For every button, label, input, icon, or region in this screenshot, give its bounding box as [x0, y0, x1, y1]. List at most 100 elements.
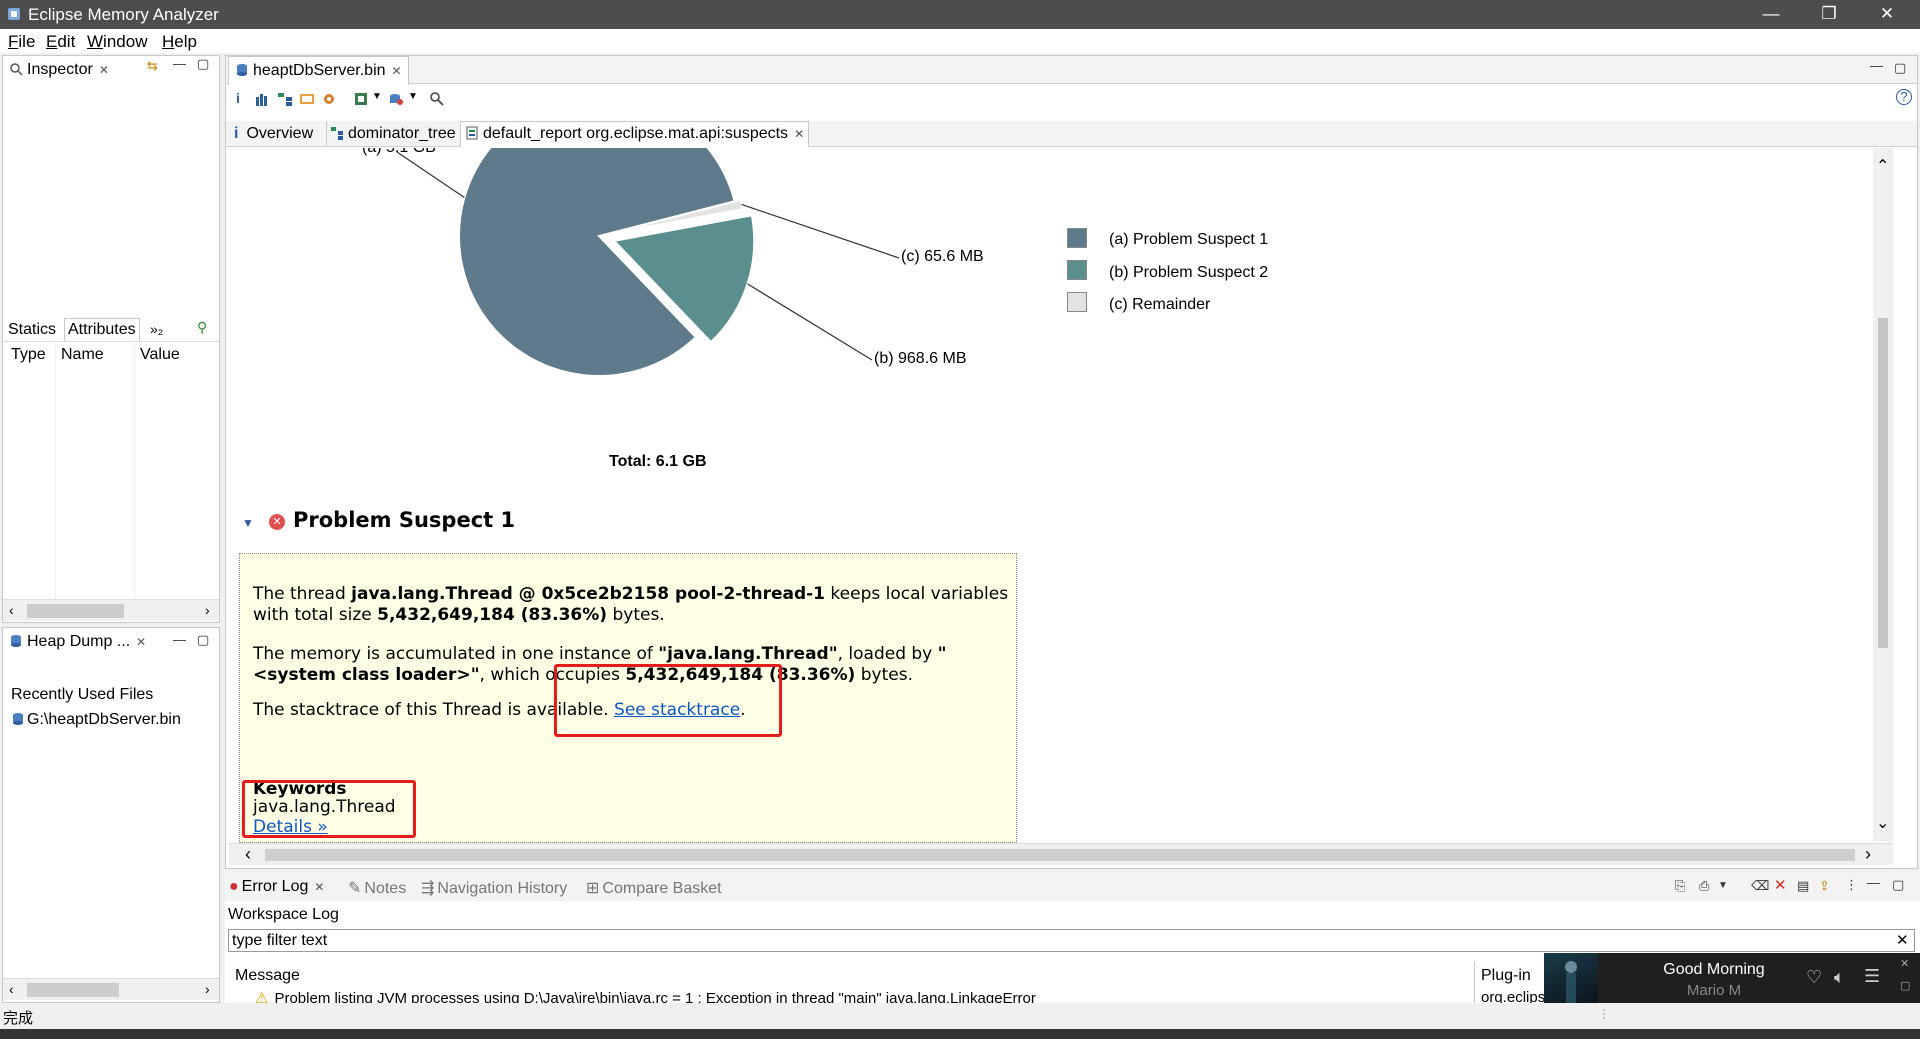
close-icon[interactable]: ✕	[392, 64, 402, 78]
close-icon[interactable]: ✕	[99, 63, 109, 77]
clear-filter-icon[interactable]: ✕	[1896, 931, 1909, 949]
tab-suspects-label: default_report org.eclipse.mat.api:suspe…	[483, 125, 789, 142]
open-log-icon[interactable]: ▤	[1797, 878, 1809, 894]
minimize-icon[interactable]: —	[173, 632, 186, 647]
close-icon[interactable]: ✕	[314, 880, 324, 894]
minimize-button[interactable]: —	[1748, 2, 1794, 26]
playlist-icon[interactable]: ☰	[1864, 966, 1880, 987]
menu-edit[interactable]: Edit	[46, 32, 75, 52]
menu-help[interactable]: Help	[162, 32, 197, 52]
column-message[interactable]: Message	[235, 967, 300, 985]
status-separator: ⋮	[1598, 1007, 1610, 1021]
import-log-icon[interactable]: ⎙	[1699, 878, 1709, 894]
tab-notes[interactable]: ✎ Notes	[348, 878, 406, 898]
maximize-icon[interactable]: ▢	[197, 632, 209, 648]
scroll-right-icon[interactable]: ›	[205, 602, 210, 618]
column-name[interactable]: Name	[61, 346, 104, 364]
scroll-left-icon[interactable]: ‹	[245, 844, 251, 865]
scrollbar-thumb[interactable]	[1878, 318, 1888, 648]
inspector-panel: Inspector ✕ ⇆ — ▢ Statics Attributes »₂ ⚲…	[2, 55, 220, 623]
close-icon[interactable]: ✕	[1900, 957, 1909, 970]
column-value[interactable]: Value	[140, 346, 180, 364]
slice-label-a: (a) 5.1 GB	[362, 148, 436, 157]
scroll-left-icon[interactable]: ‹	[9, 602, 14, 618]
scrollbar-thumb[interactable]	[265, 849, 1855, 861]
tab-error-log[interactable]: ● Error Log ✕	[229, 878, 324, 896]
tab-heap-file-label: heaptDbServer.bin	[253, 62, 386, 79]
run-report-icon[interactable]	[388, 92, 404, 106]
tab-heapdump-label: Heap Dump ...	[27, 633, 131, 650]
report-horizontal-scrollbar[interactable]: ‹ ›	[229, 843, 1893, 865]
oql-icon[interactable]	[354, 92, 370, 106]
scroll-right-icon[interactable]: ›	[1865, 844, 1871, 865]
slice-label-c: (c) 65.6 MB	[901, 248, 984, 265]
delete-log-icon[interactable]: ✕	[1774, 876, 1787, 894]
tab-navigation-history[interactable]: ⇶ Navigation History	[421, 878, 567, 898]
tab-dominator-tree[interactable]: dominator_tree	[330, 125, 456, 143]
warning-icon: ⚠	[255, 990, 269, 1003]
tab-inspector[interactable]: Inspector ✕	[3, 56, 115, 85]
tab-divider	[326, 121, 327, 147]
tab-statics[interactable]: Statics	[8, 321, 56, 339]
tab-overview[interactable]: i Overview	[234, 125, 313, 143]
scrollbar-thumb[interactable]	[27, 983, 119, 997]
tab-attributes[interactable]: Attributes	[64, 318, 140, 341]
notes-icon: ✎	[348, 880, 362, 897]
minimize-icon[interactable]: —	[1870, 58, 1883, 73]
clear-log-icon[interactable]: ⌫	[1751, 878, 1769, 894]
chevron-down-icon[interactable]: ▼	[1718, 880, 1728, 891]
collapse-triangle-icon[interactable]: ▼	[242, 516, 254, 530]
scroll-down-icon[interactable]: ⌄	[1876, 813, 1889, 833]
dominator-tree-icon[interactable]	[277, 92, 293, 106]
sync-icon[interactable]: ⇆	[147, 58, 158, 74]
attribute-table-header: Type Name Value	[3, 343, 219, 603]
horizontal-scrollbar[interactable]: ‹ ›	[3, 978, 219, 1000]
restore-button[interactable]: ❐	[1806, 2, 1852, 26]
recent-file-item[interactable]: G:\heaptDbServer.bin	[11, 711, 181, 729]
view-menu-icon[interactable]: ⋮	[1845, 877, 1858, 893]
maximize-icon[interactable]: ▢	[1892, 877, 1904, 893]
maximize-icon[interactable]: ▢	[197, 56, 209, 72]
close-icon[interactable]: ✕	[136, 635, 146, 649]
close-icon[interactable]: ✕	[794, 127, 804, 141]
chevron-down-icon[interactable]: ▼	[372, 91, 382, 102]
chevron-down-icon[interactable]: ▼	[408, 91, 418, 102]
scroll-up-icon[interactable]: ⌃	[1876, 156, 1889, 176]
log-row-message[interactable]: ⚠ Problem listing JVM processes using D:\…	[255, 989, 1470, 1003]
tab-overflow[interactable]: »₂	[150, 321, 163, 337]
expand-icon[interactable]: ▢	[1900, 979, 1910, 992]
heart-icon[interactable]: ♡	[1806, 967, 1822, 988]
recent-file-label: G:\heaptDbServer.bin	[27, 711, 181, 728]
export-log-icon[interactable]: ⎘	[1675, 878, 1685, 894]
search-icon[interactable]	[429, 91, 445, 107]
minimize-icon[interactable]: —	[173, 56, 186, 71]
close-window-button[interactable]: ✕	[1864, 2, 1910, 26]
menu-window[interactable]: Window	[87, 32, 147, 52]
column-type[interactable]: Type	[11, 346, 46, 364]
log-filter-input[interactable]: type filter text ✕	[228, 929, 1915, 952]
maximize-icon[interactable]: ▢	[1894, 60, 1906, 76]
pie-total: Total: 6.1 GB	[609, 453, 707, 470]
help-icon[interactable]: ?	[1896, 89, 1912, 105]
query-browser-icon[interactable]	[299, 92, 315, 106]
workspace-log-title: Workspace Log	[228, 906, 339, 923]
vertical-scrollbar[interactable]: ⌃ ⌄	[1873, 148, 1893, 842]
restore-log-icon[interactable]: ⇪	[1819, 878, 1830, 894]
histogram-icon[interactable]	[255, 92, 269, 106]
tab-compare-basket[interactable]: ⊞ Compare Basket	[586, 878, 722, 898]
column-divider	[55, 343, 56, 603]
tab-heap-file[interactable]: heaptDbServer.bin ✕	[228, 56, 409, 85]
pin-icon[interactable]: ⚲	[197, 319, 207, 336]
column-plugin[interactable]: Plug-in	[1481, 967, 1531, 985]
minimize-icon[interactable]: —	[1867, 875, 1880, 890]
scroll-left-icon[interactable]: ‹	[9, 981, 14, 997]
scrollbar-thumb[interactable]	[27, 604, 124, 618]
menu-file[interactable]: File	[8, 32, 35, 52]
tab-suspects-report[interactable]: default_report org.eclipse.mat.api:suspe…	[460, 121, 810, 147]
gear-icon[interactable]	[321, 92, 337, 106]
horizontal-scrollbar[interactable]: ‹ ›	[3, 599, 219, 621]
info-icon[interactable]: i	[236, 90, 240, 106]
volume-icon[interactable]: 🔈︎	[1834, 967, 1845, 988]
scroll-right-icon[interactable]: ›	[205, 981, 210, 997]
tab-heapdump[interactable]: Heap Dump ... ✕	[3, 628, 153, 657]
